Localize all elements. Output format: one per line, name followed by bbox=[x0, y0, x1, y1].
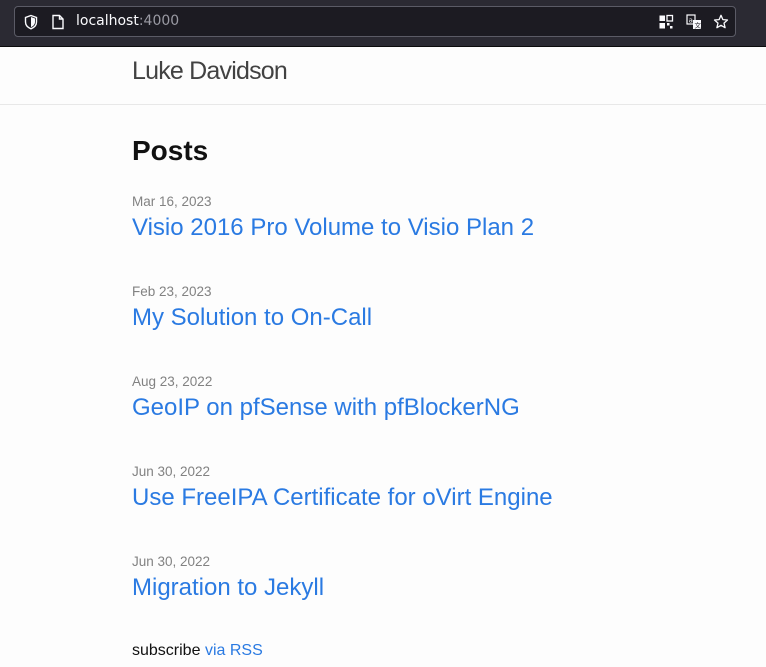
bookmark-star-icon[interactable] bbox=[713, 14, 729, 30]
post-title-link[interactable]: Visio 2016 Pro Volume to Visio Plan 2 bbox=[132, 214, 534, 242]
url-text[interactable]: localhost:4000 bbox=[76, 13, 179, 29]
address-bar[interactable]: localhost:4000 a 文 bbox=[14, 6, 736, 37]
post-item: Aug 23, 2022 GeoIP on pfSense with pfBlo… bbox=[132, 374, 520, 422]
post-title-link[interactable]: GeoIP on pfSense with pfBlockerNG bbox=[132, 394, 520, 422]
qr-code-icon[interactable] bbox=[658, 14, 674, 30]
posts-heading: Posts bbox=[132, 135, 209, 166]
translate-icon[interactable]: a 文 bbox=[686, 14, 702, 30]
post-date: Aug 23, 2022 bbox=[132, 374, 213, 389]
subscribe-text: subscribe bbox=[132, 642, 201, 659]
rss-link[interactable]: via RSS bbox=[205, 642, 263, 659]
site-title-link[interactable]: Luke Davidson bbox=[132, 57, 288, 86]
site-header: Luke Davidson bbox=[0, 47, 766, 105]
svg-text:a: a bbox=[689, 17, 693, 25]
post-date: Jun 30, 2022 bbox=[132, 554, 211, 569]
browser-toolbar: localhost:4000 a 文 bbox=[0, 0, 766, 46]
post-date: Mar 16, 2023 bbox=[132, 194, 212, 209]
svg-text:文: 文 bbox=[695, 21, 702, 30]
post-item: Feb 23, 2023 My Solution to On-Call bbox=[132, 284, 372, 332]
post-item: Jun 30, 2022 Use FreeIPA Certificate for… bbox=[132, 464, 553, 512]
subscribe-line: subscribe via RSS bbox=[132, 642, 263, 660]
post-date: Feb 23, 2023 bbox=[132, 284, 212, 299]
post-title-link[interactable]: My Solution to On-Call bbox=[132, 304, 372, 332]
post-date: Jun 30, 2022 bbox=[132, 464, 211, 479]
post-title-link[interactable]: Use FreeIPA Certificate for oVirt Engine bbox=[132, 484, 553, 512]
post-item: Mar 16, 2023 Visio 2016 Pro Volume to Vi… bbox=[132, 194, 534, 242]
shield-icon[interactable] bbox=[23, 14, 39, 30]
page-icon[interactable] bbox=[51, 14, 65, 30]
post-item: Jun 30, 2022 Migration to Jekyll bbox=[132, 554, 324, 602]
post-title-link[interactable]: Migration to Jekyll bbox=[132, 574, 324, 602]
